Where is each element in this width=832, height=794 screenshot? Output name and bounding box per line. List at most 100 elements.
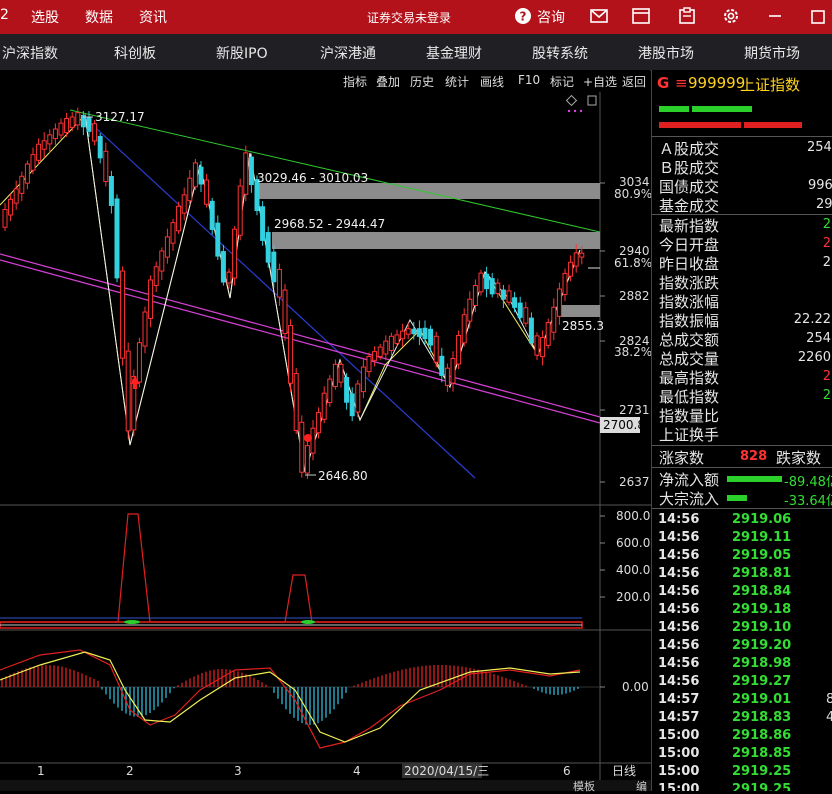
candle[interactable]	[170, 222, 176, 244]
candle[interactable]	[8, 198, 14, 216]
mail-icon[interactable]	[589, 6, 609, 26]
candle[interactable]	[36, 143, 42, 161]
candle[interactable]	[187, 177, 193, 202]
macd-histogram[interactable]	[1, 665, 582, 725]
candle[interactable]	[344, 376, 350, 403]
candle[interactable]	[534, 335, 540, 356]
tool-overlay[interactable]: 叠加	[376, 73, 400, 90]
candle[interactable]	[52, 128, 58, 140]
candle[interactable]	[13, 188, 19, 204]
tool-mark[interactable]: 标记	[550, 73, 574, 90]
candle[interactable]	[349, 393, 355, 417]
candle[interactable]	[506, 290, 512, 303]
candle[interactable]	[500, 289, 506, 300]
tool-history[interactable]: 历史	[410, 73, 434, 90]
candle[interactable]	[444, 367, 450, 386]
help-icon[interactable]: ?	[513, 6, 533, 26]
candle[interactable]	[562, 272, 568, 296]
channel-line[interactable]	[0, 253, 601, 418]
candle[interactable]	[579, 252, 585, 258]
candle[interactable]	[489, 278, 495, 295]
candle[interactable]	[114, 198, 120, 279]
candle[interactable]	[243, 152, 249, 195]
candle[interactable]	[416, 328, 422, 337]
candle[interactable]	[192, 162, 198, 188]
candle[interactable]	[551, 306, 557, 333]
candle[interactable]	[198, 166, 204, 185]
candle[interactable]	[411, 328, 417, 335]
tool-back[interactable]: 返回	[622, 73, 646, 90]
candle[interactable]	[103, 150, 109, 183]
candle[interactable]	[215, 222, 221, 257]
candle[interactable]	[405, 328, 411, 335]
candle[interactable]	[478, 272, 484, 293]
candle[interactable]	[282, 289, 288, 335]
restore-icon[interactable]	[808, 6, 828, 26]
candle[interactable]	[69, 116, 75, 128]
candle[interactable]	[108, 176, 114, 206]
candle[interactable]	[517, 302, 523, 318]
candle[interactable]	[30, 154, 36, 171]
candle[interactable]	[97, 135, 103, 159]
candle[interactable]	[248, 156, 254, 186]
candle[interactable]	[41, 140, 47, 150]
candle[interactable]	[265, 232, 271, 263]
kline-chart[interactable]: 3127.17 2646.80 3029.46 - 3010.03 2968.5…	[0, 92, 651, 782]
candle[interactable]	[540, 337, 546, 358]
candle[interactable]	[383, 340, 389, 355]
nav-item[interactable]: 新股IPO	[216, 43, 268, 63]
candle[interactable]	[176, 205, 182, 232]
candle[interactable]	[327, 378, 333, 404]
nav-item[interactable]: 股转系统	[532, 43, 588, 63]
menu-select-stock[interactable]: 选股	[31, 7, 59, 27]
candle[interactable]	[360, 366, 366, 393]
volume-indicator-line[interactable]	[0, 513, 582, 623]
candle[interactable]	[19, 175, 25, 194]
clipboard-icon[interactable]	[677, 6, 697, 26]
candle[interactable]	[512, 297, 518, 308]
nav-item[interactable]: 港股市场	[638, 43, 694, 63]
candle[interactable]	[58, 122, 64, 136]
candle[interactable]	[573, 252, 579, 267]
candle[interactable]	[153, 266, 159, 286]
candle[interactable]	[545, 322, 551, 346]
window-icon[interactable]	[631, 6, 651, 26]
candlestick-series[interactable]	[2, 107, 585, 480]
edit-tab[interactable]: 编	[636, 778, 647, 794]
candle[interactable]	[377, 346, 383, 357]
candle[interactable]	[271, 251, 277, 283]
candle[interactable]	[366, 355, 372, 373]
nav-item[interactable]: 沪深指数	[2, 43, 58, 63]
tool-f10[interactable]: F10	[518, 73, 540, 87]
gap-zone[interactable]	[272, 232, 600, 249]
candle[interactable]	[24, 163, 30, 184]
candle[interactable]	[304, 445, 310, 474]
candle[interactable]	[86, 117, 92, 132]
candle[interactable]	[439, 355, 445, 376]
candle[interactable]	[260, 206, 266, 241]
gap-zone[interactable]	[257, 183, 600, 199]
gear-icon[interactable]	[721, 6, 741, 26]
up-down-icon[interactable]	[587, 95, 597, 106]
tool-stats[interactable]: 统计	[445, 73, 469, 90]
candle[interactable]	[523, 307, 529, 324]
nav-item[interactable]: 期货市场	[744, 43, 800, 63]
stock-name[interactable]: 上证指数	[740, 74, 800, 95]
candle[interactable]	[433, 335, 439, 363]
tool-draw[interactable]: 画线	[480, 73, 504, 90]
candle[interactable]	[400, 330, 406, 340]
candle[interactable]	[232, 228, 238, 279]
candle[interactable]	[495, 282, 501, 295]
candle[interactable]	[159, 250, 165, 272]
candle[interactable]	[142, 311, 148, 347]
menu-news[interactable]: 资讯	[139, 7, 167, 27]
channel-line[interactable]	[0, 259, 601, 424]
candle[interactable]	[467, 298, 473, 322]
candle[interactable]	[64, 118, 70, 134]
candle[interactable]	[164, 236, 170, 258]
nav-item[interactable]: 沪深港通	[320, 43, 376, 63]
candle[interactable]	[528, 317, 534, 344]
candle[interactable]	[450, 357, 456, 384]
candle[interactable]	[125, 350, 131, 432]
candle[interactable]	[226, 271, 232, 284]
